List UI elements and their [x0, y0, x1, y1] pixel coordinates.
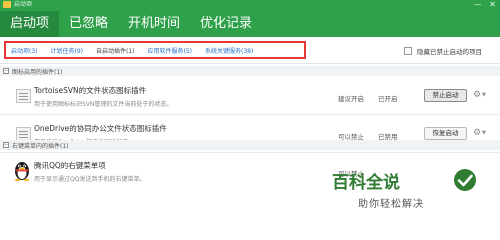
section-title: 右键菜单内的插件(1) — [12, 143, 69, 150]
app-icon — [3, 1, 11, 8]
list-item: TortoiseSVN的文件状态图标插件 用于使用图标标识SVN管理的文件当前处… — [0, 77, 500, 115]
qq-penguin-icon — [14, 162, 30, 181]
subtab-scheduled-tasks[interactable]: 计划任务(9) — [51, 46, 84, 55]
item-description: 用于显示通过QQ发送到手机的右键菜单。 — [34, 176, 146, 183]
section-title: 图标启用的插件(1) — [12, 69, 63, 76]
list-item: 腾讯QQ的右键菜单项 用于显示通过QQ发送到手机的右键菜单。 可以禁止 — [0, 152, 500, 190]
subtab-app-services[interactable]: 应用软件服务(5) — [148, 46, 193, 55]
hide-disabled-option[interactable]: 隐藏已禁止启动的项目 — [404, 46, 482, 56]
check-badge-icon — [454, 169, 476, 191]
watermark-logo: 百科全说 — [332, 173, 400, 193]
divider — [0, 63, 500, 64]
tab-ignored[interactable]: 已忽略 — [59, 11, 118, 37]
item-title: 腾讯QQ的右键菜单项 — [34, 161, 106, 170]
close-icon[interactable]: ✕ — [488, 0, 497, 9]
subtab-system-services[interactable]: 系统关键服务(38) — [205, 46, 253, 55]
watermark-tagline: 助你轻松解决 — [358, 199, 424, 210]
subtab-startup-items[interactable]: 启动项(3) — [11, 46, 38, 55]
chevron-down-icon[interactable]: ▼ — [482, 92, 486, 98]
section-header-icon-plugins[interactable]: − 图标启用的插件(1) — [0, 66, 500, 76]
item-status: 已开启 — [378, 95, 398, 103]
hide-disabled-label: 隐藏已禁止启动的项目 — [417, 48, 482, 56]
collapse-icon[interactable]: − — [3, 142, 9, 148]
gear-icon[interactable]: ⚙ — [473, 128, 481, 138]
tab-startup[interactable]: 启动项 — [0, 11, 60, 37]
title-bar: 启动项 — ✕ — [0, 0, 500, 9]
item-advice: 建议开启 — [338, 95, 364, 103]
collapse-icon[interactable]: − — [3, 68, 9, 74]
chevron-down-icon[interactable]: ▼ — [482, 130, 486, 136]
document-icon — [16, 89, 31, 103]
window-title: 启动项 — [14, 1, 33, 8]
item-title: TortoiseSVN的文件状态图标插件 — [34, 86, 147, 95]
document-icon — [16, 127, 31, 141]
window-controls: — ✕ — [473, 0, 497, 9]
gear-icon[interactable]: ⚙ — [473, 90, 481, 100]
disable-startup-button[interactable]: 禁止启动 — [424, 89, 467, 102]
section-header-context-menu-plugins[interactable]: − 右键菜单内的插件(1) — [0, 140, 500, 150]
item-title: OneDrive的协同办公文件状态图标插件 — [34, 124, 167, 133]
category-subtabs: 启动项(3) 计划任务(9) 自启动插件(1) 应用软件服务(5) 系统关键服务… — [4, 41, 306, 59]
hide-disabled-checkbox[interactable] — [404, 47, 412, 55]
app-header: 启动项 — ✕ 启动项 已忽略 开机时间 优化记录 — [0, 0, 500, 37]
subtab-autostart-plugins[interactable]: 自启动插件(1) — [96, 46, 135, 55]
minimize-icon[interactable]: — — [473, 0, 482, 9]
main-tabs: 启动项 已忽略 开机时间 优化记录 — [0, 11, 262, 37]
tab-optimize-log[interactable]: 优化记录 — [190, 11, 262, 37]
item-description: 用于使用图标标识SVN管理的文件当前处于的状态。 — [34, 101, 173, 108]
restore-startup-button[interactable]: 恢复启动 — [424, 127, 467, 140]
tab-boot-time[interactable]: 开机时间 — [118, 11, 190, 37]
